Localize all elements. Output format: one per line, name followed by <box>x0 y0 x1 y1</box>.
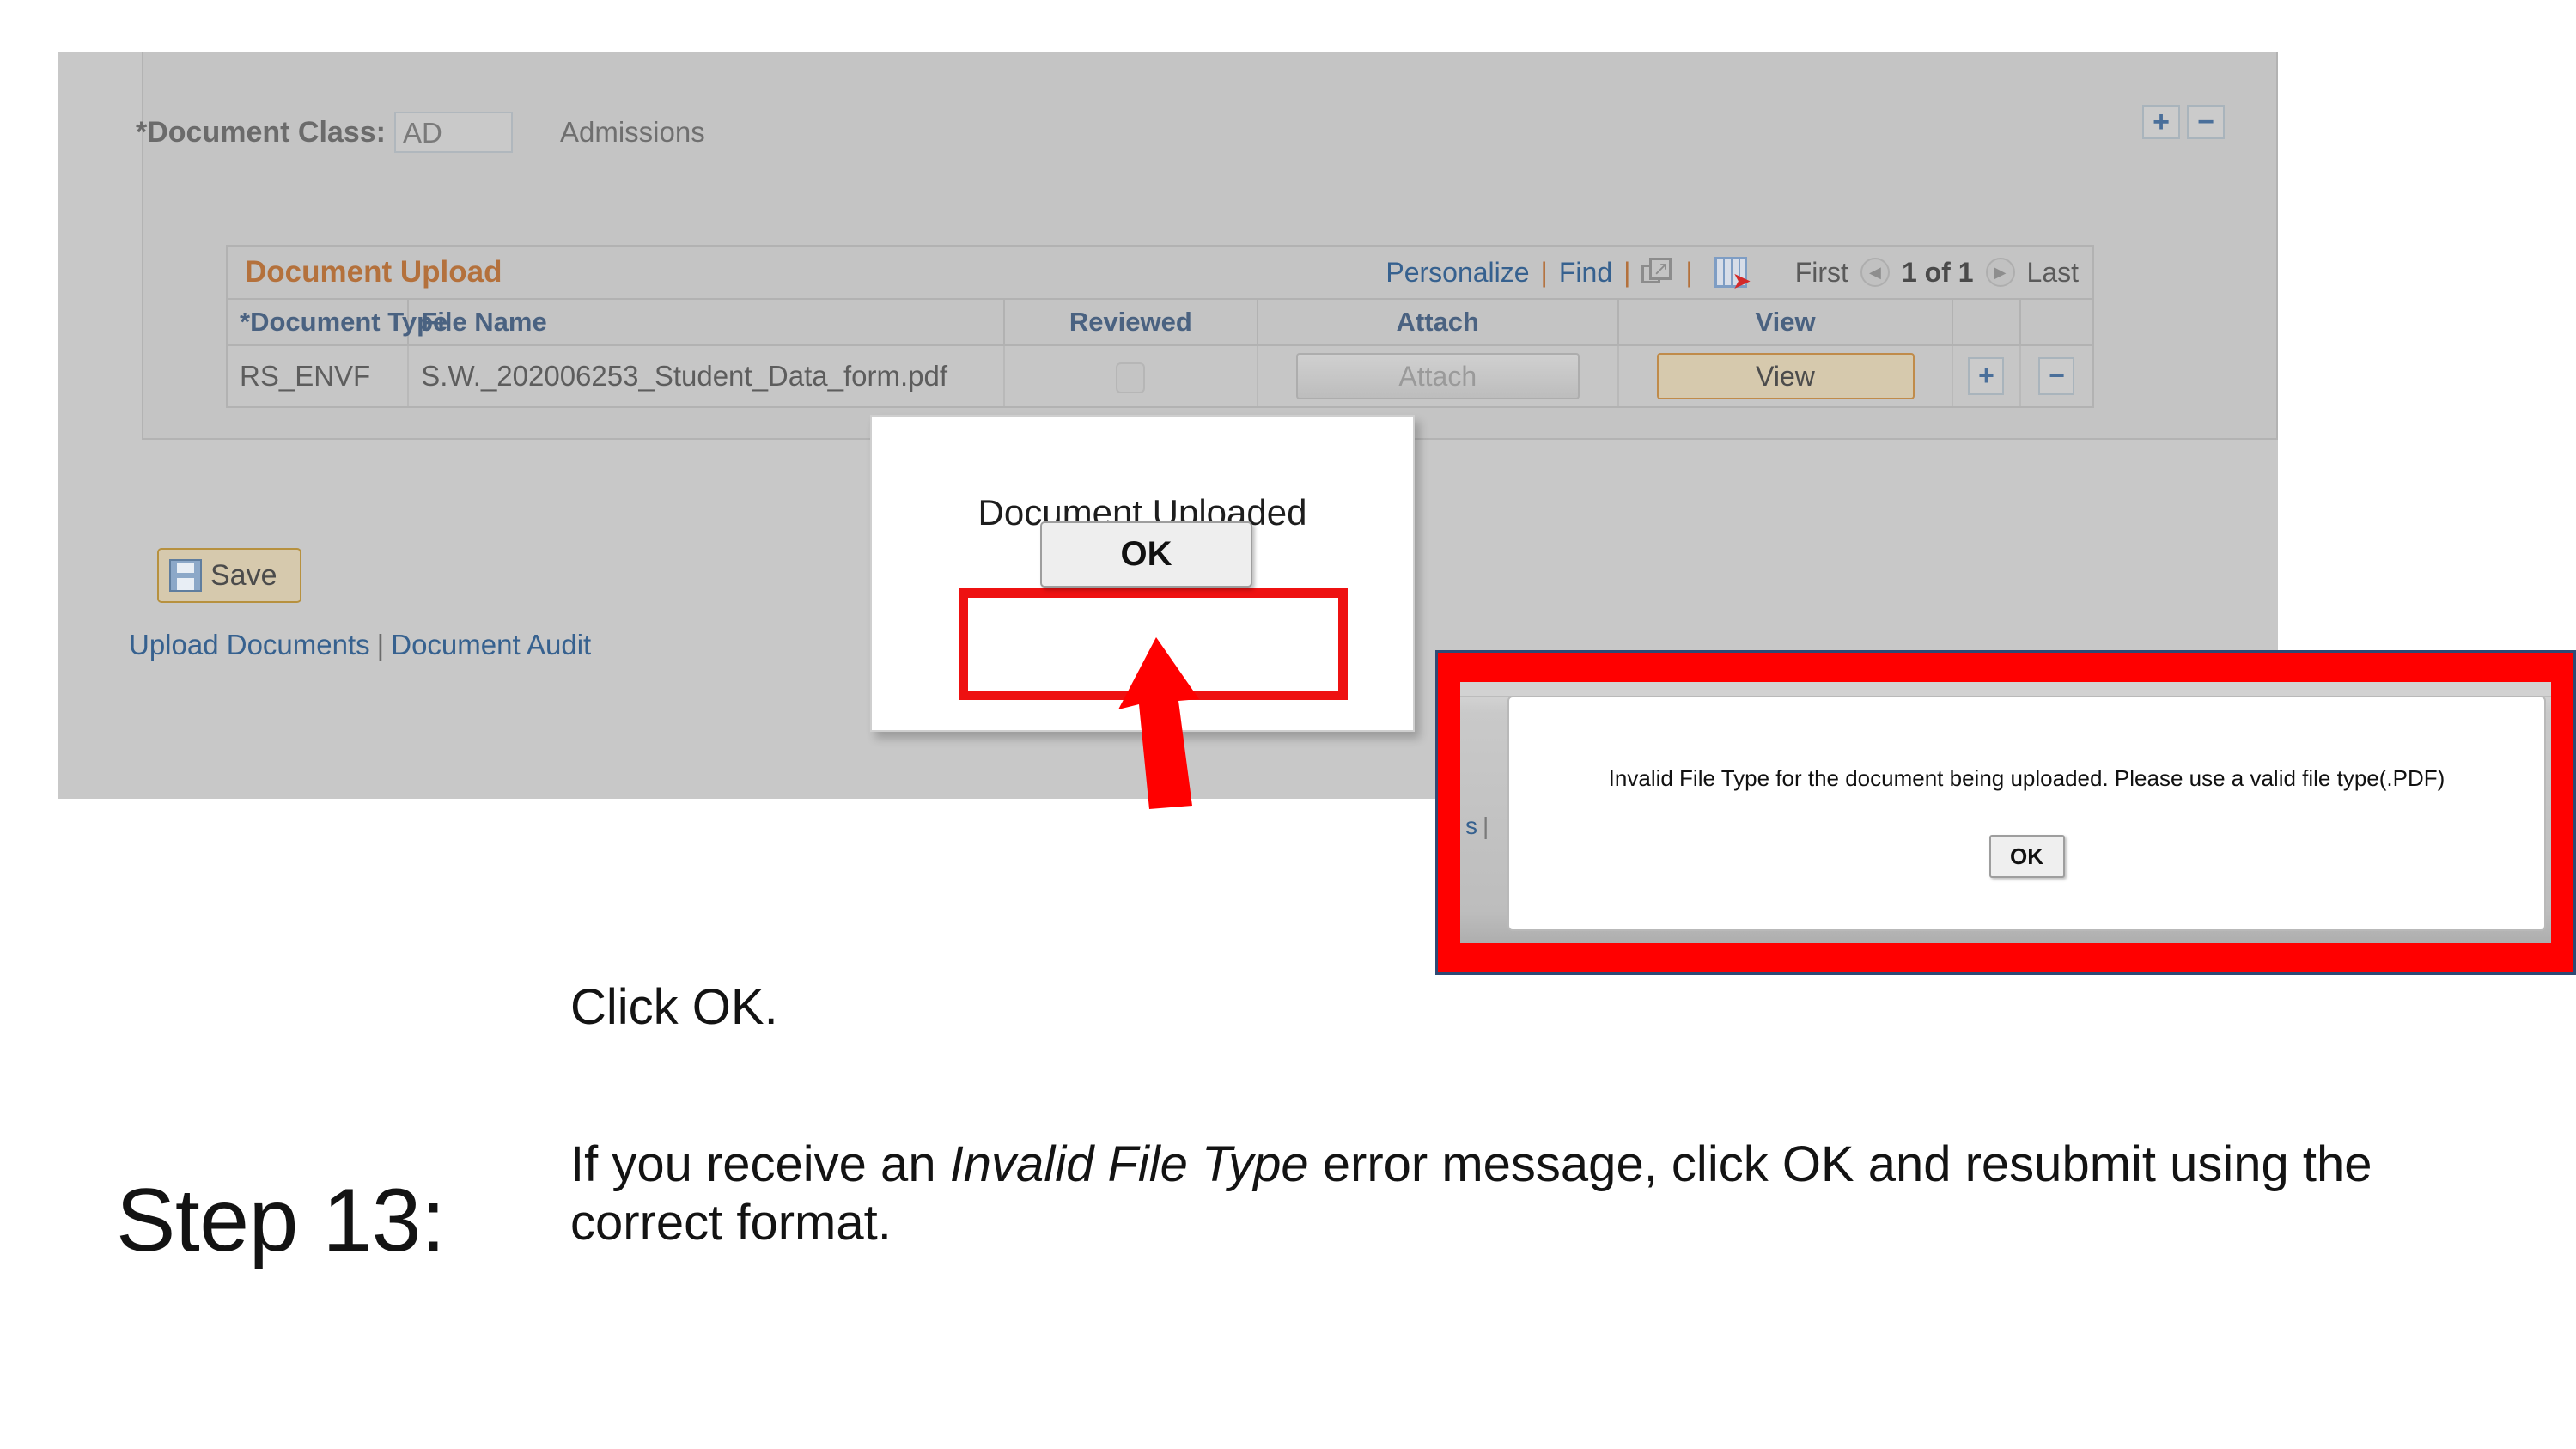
cell-file-name: S.W._202006253_Student_Data_form.pdf <box>408 345 1006 406</box>
background-link-fragment: s | <box>1465 813 1489 839</box>
table-header-row: *Document Type File Name Reviewed Attach… <box>228 300 2092 346</box>
add-section-button[interactable]: + <box>2142 105 2180 139</box>
pager-first-link[interactable]: First <box>1795 257 1848 289</box>
grid-toolbar: Personalize | Find | ↗ | ➤ First ◀ 1 of … <box>1385 256 2079 292</box>
toolbar-separator-2: | <box>1623 256 1631 288</box>
document-class-row: *Document Class: Admissions <box>136 112 705 153</box>
red-up-arrow-annotation <box>1118 637 1199 809</box>
step-text-part1: If you receive an <box>570 1136 950 1192</box>
click-ok-caption-text: Click OK. <box>570 979 778 1035</box>
upload-table: *Document Type File Name Reviewed Attach… <box>228 300 2092 406</box>
add-row-button[interactable]: + <box>1968 357 2005 395</box>
column-remove-spacer <box>2019 300 2092 346</box>
remove-section-button[interactable]: − <box>2187 105 2225 139</box>
pager-count: 1 of 1 <box>1901 256 1974 288</box>
cell-add-row: + <box>1952 345 2021 406</box>
grid-download-icon[interactable]: ➤ <box>1714 257 1751 292</box>
column-reviewed: Reviewed <box>1004 300 1258 346</box>
personalize-link[interactable]: Personalize <box>1385 257 1529 289</box>
cell-attach: Attach <box>1257 345 1620 406</box>
cell-document-type: RS_ENVF <box>228 345 410 406</box>
find-link[interactable]: Find <box>1559 257 1612 289</box>
document-class-input[interactable] <box>393 112 513 153</box>
toolbar-separator-3: | <box>1685 256 1693 288</box>
click-ok-caption: Click OK. <box>570 978 778 1036</box>
invalid-file-type-ok-button[interactable]: OK <box>1988 835 2065 878</box>
document-class-label: *Document Class: <box>136 115 386 149</box>
upload-documents-link[interactable]: Upload Documents <box>129 629 370 661</box>
floppy-disk-icon <box>169 559 202 592</box>
column-document-type: *Document Type <box>228 300 448 346</box>
invalid-file-type-annotation-frame: s | Invalid File Type for the document be… <box>1435 650 2576 975</box>
remove-row-button[interactable]: − <box>2038 357 2075 395</box>
invalid-file-type-dialog: Invalid File Type for the document being… <box>1507 696 2546 931</box>
grid-header-bar: Document Upload Personalize | Find | ↗ |… <box>228 247 2092 300</box>
chevron-left-icon[interactable]: ◀ <box>1860 258 1890 287</box>
save-button[interactable]: Save <box>157 548 301 603</box>
view-button[interactable]: View <box>1656 353 1915 399</box>
step-number-label: Step 13: <box>116 1171 446 1270</box>
document-audit-link[interactable]: Document Audit <box>391 629 591 661</box>
attach-button[interactable]: Attach <box>1295 353 1580 399</box>
reviewed-checkbox[interactable] <box>1116 362 1146 393</box>
table-row: RS_ENVF S.W._202006253_Student_Data_form… <box>228 345 2092 406</box>
pager-last-link[interactable]: Last <box>2027 257 2079 289</box>
step-text-italic: Invalid File Type <box>949 1136 1309 1192</box>
document-upload-grid: Document Upload Personalize | Find | ↗ |… <box>226 245 2094 408</box>
section-row-controls: + − <box>2142 105 2225 139</box>
cell-reviewed <box>1004 345 1258 406</box>
error-background-page: s | Invalid File Type for the document be… <box>1460 682 2551 943</box>
step-description: If you receive an Invalid File Type erro… <box>570 1135 2460 1253</box>
grid-pager: First ◀ 1 of 1 ▶ Last <box>1795 257 2079 289</box>
toolbar-separator-1: | <box>1540 256 1548 288</box>
column-view: View <box>1618 300 1954 346</box>
invalid-file-type-message: Invalid File Type for the document being… <box>1608 765 2445 791</box>
column-attach: Attach <box>1257 300 1620 346</box>
cell-remove-row: − <box>2019 345 2092 406</box>
save-button-label: Save <box>210 558 277 592</box>
document-uploaded-ok-button[interactable]: OK <box>1040 521 1252 588</box>
expand-window-icon[interactable]: ↗ <box>1641 258 1674 287</box>
chevron-right-icon[interactable]: ▶ <box>1985 258 2015 287</box>
grid-title: Document Upload <box>245 255 502 289</box>
column-file-name: File Name <box>408 300 1006 346</box>
footer-links: Upload Documents | Document Audit <box>129 629 591 661</box>
document-class-description: Admissions <box>559 116 705 148</box>
cell-view: View <box>1618 345 1954 406</box>
footer-link-separator: | <box>376 629 385 661</box>
column-add-spacer <box>1952 300 2021 346</box>
